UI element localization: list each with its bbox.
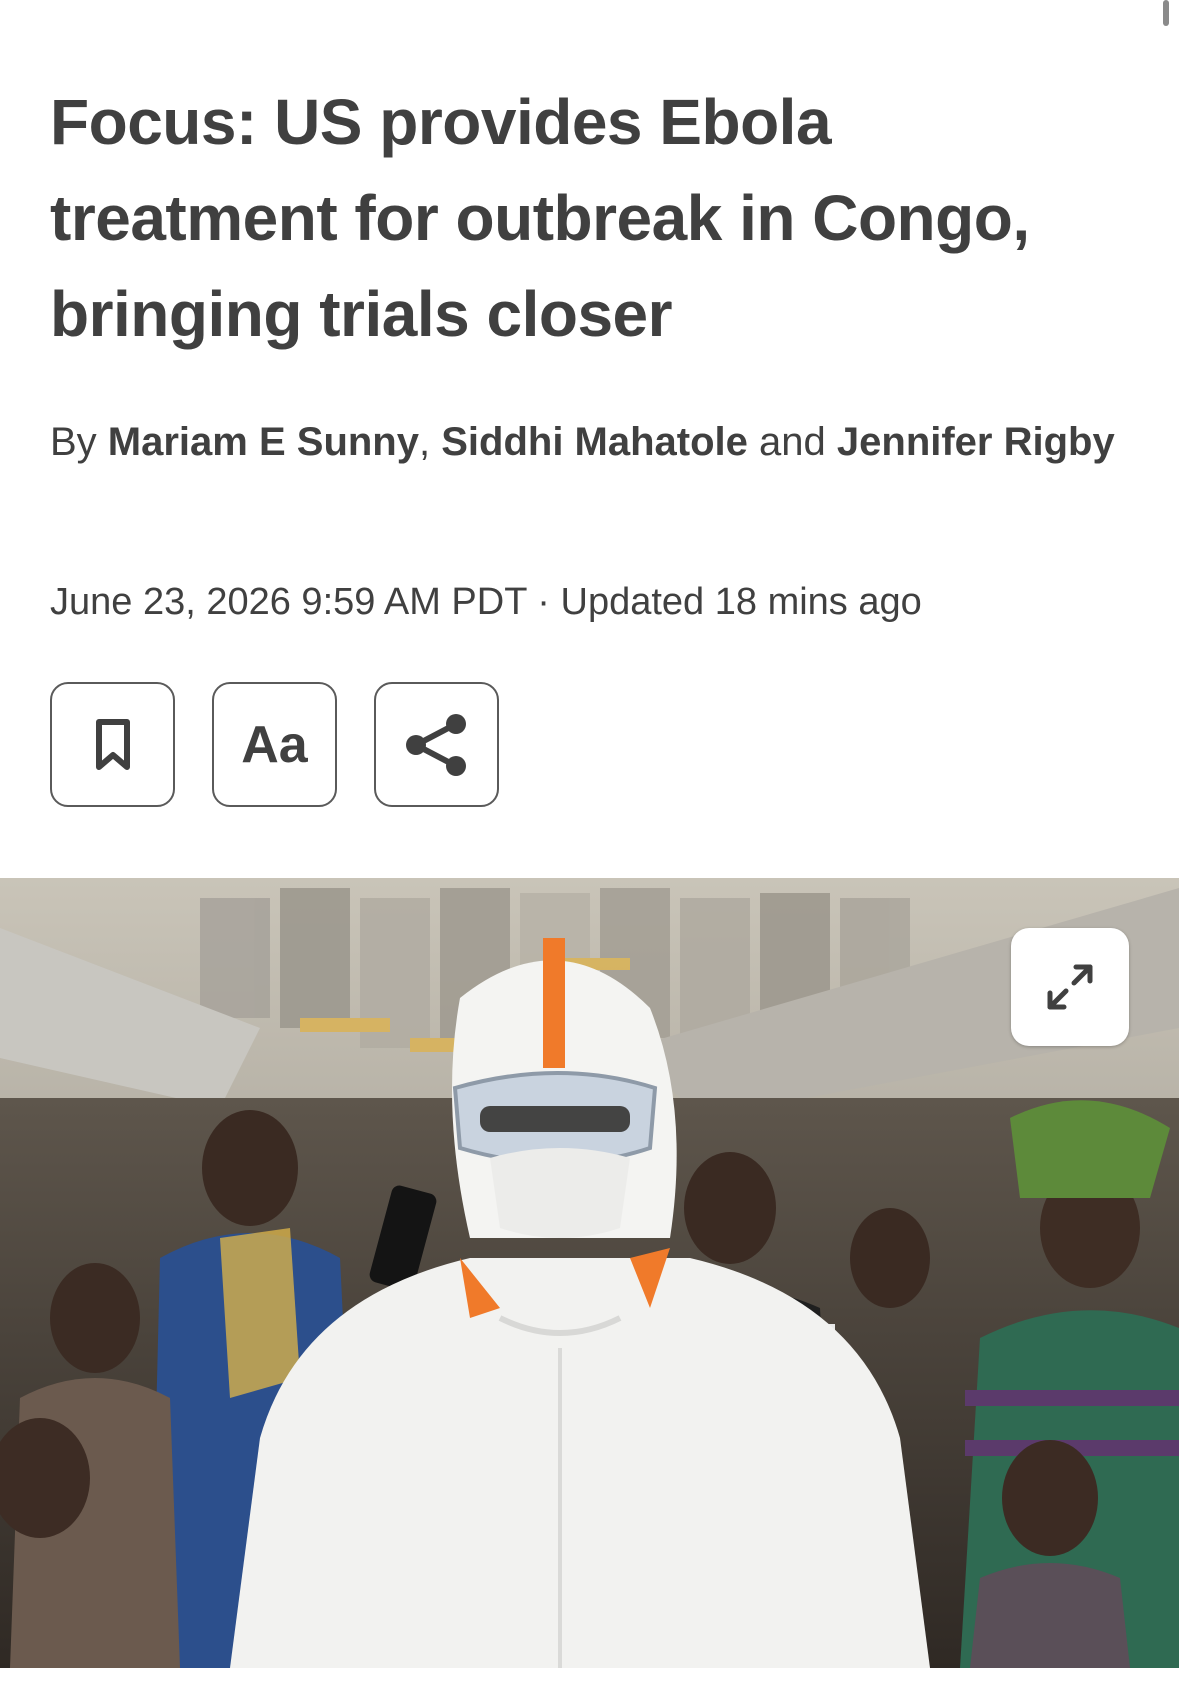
author-link[interactable]: Jennifer Rigby xyxy=(837,420,1115,464)
expand-image-button[interactable] xyxy=(1011,928,1129,1046)
author-link[interactable]: Mariam E Sunny xyxy=(108,420,419,464)
article-dateline: June 23, 2026 9:59 AM PDT · Updated 18 m… xyxy=(50,576,922,628)
text-size-label: Aa xyxy=(241,715,308,774)
publish-timestamp: June 23, 2026 9:59 AM PDT xyxy=(50,581,527,623)
bookmark-button[interactable] xyxy=(50,682,175,807)
author-link[interactable]: Siddhi Mahatole xyxy=(441,420,748,464)
article-page: Focus: US provides Ebola treatment for o… xyxy=(0,0,1179,1682)
byline-conjunction: and xyxy=(747,420,837,464)
scroll-indicator[interactable] xyxy=(1163,0,1169,26)
dateline-separator: · xyxy=(526,581,561,623)
updated-label: Updated 18 mins ago xyxy=(560,581,922,623)
byline-prefix: By xyxy=(50,420,108,464)
bookmark-icon xyxy=(95,718,130,770)
hero-image[interactable] xyxy=(0,878,1179,1668)
article-headline: Focus: US provides Ebola treatment for o… xyxy=(50,86,1030,350)
share-icon xyxy=(405,713,466,776)
expand-icon xyxy=(1047,964,1093,1010)
article-byline: By Mariam E Sunny, Siddhi Mahatole and J… xyxy=(50,406,1130,478)
share-button[interactable] xyxy=(374,682,499,807)
article-actions: Aa xyxy=(50,682,499,807)
byline-separator: , xyxy=(419,420,442,464)
text-size-button[interactable]: Aa xyxy=(212,682,337,807)
hero-photo xyxy=(0,878,1179,1668)
